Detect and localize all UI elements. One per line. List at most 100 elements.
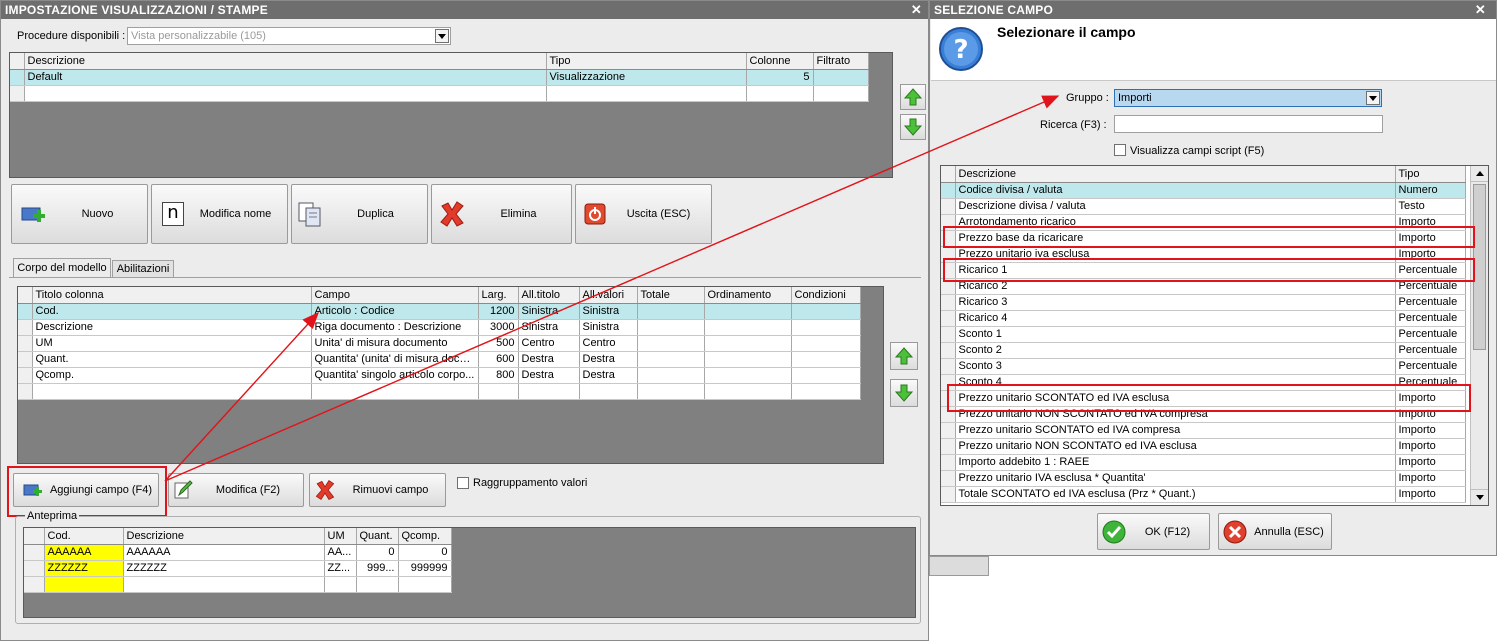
tab-corpo-del-modello[interactable]: Corpo del modello — [13, 258, 111, 278]
list-item[interactable]: Prezzo base da ricaricare Importo — [941, 230, 1466, 247]
list-item[interactable]: Importo addebito 1 : RAEE Importo — [941, 454, 1466, 471]
gruppo-select[interactable]: Importi — [1114, 89, 1382, 107]
field-descrizione[interactable]: Descrizione divisa / valuta — [955, 198, 1396, 215]
list-item[interactable]: Prezzo unitario iva esclusa Importo — [941, 246, 1466, 263]
list-item[interactable]: Sconto 3 Percentuale — [941, 358, 1466, 375]
close-icon[interactable]: ✕ — [1475, 1, 1486, 19]
columns-header-titolo[interactable]: Titolo colonna — [32, 287, 312, 304]
fields-header-tipo[interactable]: Tipo — [1395, 166, 1466, 183]
columns-cell-all-titolo[interactable]: Centro — [518, 335, 580, 352]
field-tipo[interactable]: Importo — [1395, 454, 1466, 471]
list-item[interactable]: Ricarico 2 Percentuale — [941, 278, 1466, 295]
columns-cell-all-valori[interactable]: Destra — [579, 351, 638, 368]
field-tipo[interactable]: Percentuale — [1395, 358, 1466, 375]
field-descrizione[interactable]: Prezzo unitario iva esclusa — [955, 246, 1396, 263]
field-descrizione[interactable]: Sconto 1 — [955, 326, 1396, 343]
field-tipo[interactable]: Testo — [1395, 198, 1466, 215]
field-tipo[interactable]: Importo — [1395, 230, 1466, 247]
field-descrizione[interactable]: Totale SCONTATO ed IVA esclusa (Prz * Qu… — [955, 486, 1396, 503]
field-tipo[interactable]: Importo — [1395, 486, 1466, 503]
list-item[interactable]: Ricarico 3 Percentuale — [941, 294, 1466, 311]
list-item[interactable]: Prezzo unitario IVA esclusa * Quantita' I… — [941, 470, 1466, 487]
elimina-button[interactable]: Elimina — [431, 184, 572, 244]
columns-cell-all-valori[interactable]: Centro — [579, 335, 638, 352]
field-tipo[interactable]: Importo — [1395, 422, 1466, 439]
move-down-button[interactable] — [900, 114, 926, 140]
columns-cell-all-titolo[interactable]: Destra — [518, 351, 580, 368]
scroll-down-icon[interactable] — [1471, 489, 1488, 505]
close-icon[interactable]: ✕ — [911, 1, 922, 19]
columns-cell-all-titolo[interactable]: Sinistra — [518, 303, 580, 320]
views-cell-tipo[interactable]: Visualizzazione — [546, 69, 747, 86]
columns-cell-all-titolo[interactable]: Sinistra — [518, 319, 580, 336]
modifica-nome-button[interactable]: n Modifica nome — [151, 184, 288, 244]
field-tipo[interactable]: Percentuale — [1395, 310, 1466, 327]
columns-header-campo[interactable]: Campo — [311, 287, 479, 304]
list-item[interactable]: Ricarico 4 Percentuale — [941, 310, 1466, 327]
columns-cell-titolo[interactable]: Qcomp. — [32, 367, 312, 384]
chevron-down-icon[interactable] — [1366, 91, 1380, 105]
columns-header-condizioni[interactable]: Condizioni — [791, 287, 861, 304]
field-descrizione[interactable]: Prezzo unitario SCONTATO ed IVA compresa — [955, 422, 1396, 439]
column-move-down-button[interactable] — [890, 379, 918, 407]
ricerca-input[interactable] — [1114, 115, 1383, 133]
field-descrizione[interactable]: Prezzo base da ricaricare — [955, 230, 1396, 247]
field-descrizione[interactable]: Prezzo unitario NON SCONTATO ed IVA comp… — [955, 406, 1396, 423]
columns-cell-larg[interactable]: 3000 — [478, 319, 519, 336]
columns-header-totale[interactable]: Totale — [637, 287, 705, 304]
table-row[interactable]: Default Visualizzazione 5 — [10, 69, 869, 86]
columns-cell-campo[interactable]: Quantita' singolo articolo corpo... — [311, 367, 479, 384]
field-tipo[interactable]: Importo — [1395, 438, 1466, 455]
list-item[interactable]: Prezzo unitario SCONTATO ed IVA compresa… — [941, 422, 1466, 439]
columns-cell-campo[interactable]: Articolo : Codice — [311, 303, 479, 320]
field-tipo[interactable]: Importo — [1395, 214, 1466, 231]
move-up-button[interactable] — [900, 84, 926, 110]
columns-cell-titolo[interactable]: Descrizione — [32, 319, 312, 336]
columns-cell-titolo[interactable]: Cod. — [32, 303, 312, 320]
nuovo-button[interactable]: Nuovo — [11, 184, 148, 244]
views-cell-colonne[interactable]: 5 — [746, 69, 814, 86]
field-tipo[interactable]: Percentuale — [1395, 278, 1466, 295]
field-tipo[interactable]: Percentuale — [1395, 294, 1466, 311]
field-descrizione[interactable]: Sconto 4 — [955, 374, 1396, 391]
chevron-down-icon[interactable] — [435, 29, 449, 43]
table-row[interactable]: Descrizione Riga documento : Descrizione… — [18, 319, 861, 336]
fields-scrollbar[interactable] — [1470, 166, 1488, 505]
list-item[interactable]: Sconto 2 Percentuale — [941, 342, 1466, 359]
columns-cell-campo[interactable]: Quantita' (unita' di misura docu... — [311, 351, 479, 368]
columns-cell-campo[interactable]: Riga documento : Descrizione — [311, 319, 479, 336]
table-row[interactable]: Cod. Articolo : Codice 1200 Sinistra Sin… — [18, 303, 861, 320]
field-tipo[interactable]: Percentuale — [1395, 326, 1466, 343]
field-descrizione[interactable]: Prezzo unitario SCONTATO ed IVA esclusa — [955, 390, 1396, 407]
columns-cell-all-valori[interactable]: Sinistra — [579, 303, 638, 320]
field-tipo[interactable]: Percentuale — [1395, 262, 1466, 279]
ok-button[interactable]: OK (F12) — [1097, 513, 1210, 550]
columns-cell-larg[interactable]: 800 — [478, 367, 519, 384]
scroll-thumb[interactable] — [1473, 184, 1486, 350]
columns-header-ordinamento[interactable]: Ordinamento — [704, 287, 792, 304]
views-cell-filtrato[interactable] — [813, 69, 869, 86]
field-tipo[interactable]: Importo — [1395, 406, 1466, 423]
field-descrizione[interactable]: Ricarico 1 — [955, 262, 1396, 279]
field-tipo[interactable]: Importo — [1395, 390, 1466, 407]
field-descrizione[interactable]: Prezzo unitario NON SCONTATO ed IVA escl… — [955, 438, 1396, 455]
columns-cell-titolo[interactable]: Quant. — [32, 351, 312, 368]
list-item[interactable]: Sconto 4 Percentuale — [941, 374, 1466, 391]
views-header-descrizione[interactable]: Descrizione — [24, 53, 547, 70]
duplica-button[interactable]: Duplica — [291, 184, 428, 244]
columns-cell-all-valori[interactable]: Destra — [579, 367, 638, 384]
list-item[interactable]: Prezzo unitario NON SCONTATO ed IVA comp… — [941, 406, 1466, 423]
rimuovi-campo-button[interactable]: Rimuovi campo — [309, 473, 446, 507]
columns-cell-campo[interactable]: Unita' di misura documento — [311, 335, 479, 352]
field-descrizione[interactable]: Sconto 2 — [955, 342, 1396, 359]
field-descrizione[interactable]: Importo addebito 1 : RAEE — [955, 454, 1396, 471]
list-item[interactable]: Sconto 1 Percentuale — [941, 326, 1466, 343]
columns-cell-all-valori[interactable]: Sinistra — [579, 319, 638, 336]
table-row[interactable]: UM Unita' di misura documento 500 Centro… — [18, 335, 861, 352]
field-tipo[interactable]: Importo — [1395, 246, 1466, 263]
visualizza-script-checkbox[interactable] — [1114, 144, 1126, 156]
columns-cell-larg[interactable]: 600 — [478, 351, 519, 368]
columns-header-all-valori[interactable]: All.valori — [579, 287, 638, 304]
field-descrizione[interactable]: Ricarico 4 — [955, 310, 1396, 327]
list-item[interactable]: Prezzo unitario NON SCONTATO ed IVA escl… — [941, 438, 1466, 455]
